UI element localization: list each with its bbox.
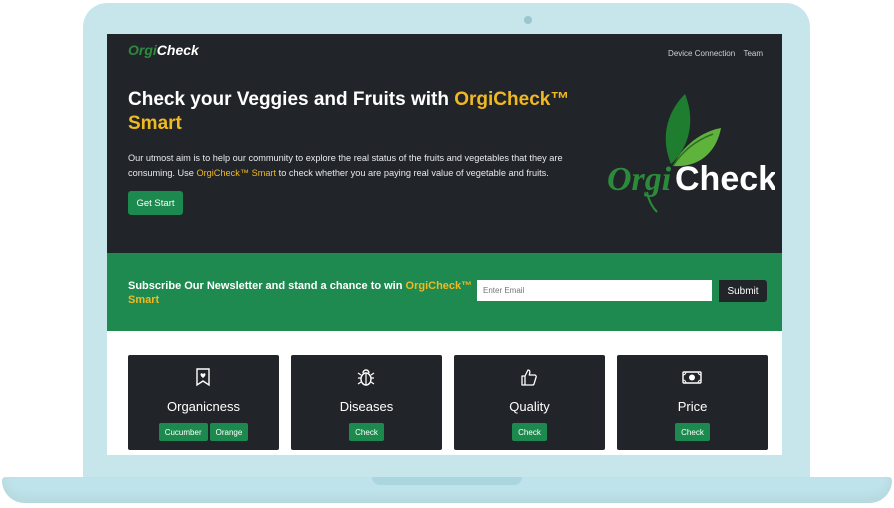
newsletter-section: Subscribe Our Newsletter and stand a cha… bbox=[107, 253, 782, 331]
submit-button[interactable]: Submit bbox=[719, 280, 767, 302]
logo-check-text: Check bbox=[675, 160, 775, 198]
cash-icon bbox=[682, 371, 702, 384]
orange-button[interactable]: Orange bbox=[209, 423, 249, 441]
hero-headline: Check your Veggies and Fruits with OrgiC… bbox=[128, 89, 570, 134]
brand-logo[interactable]: OrgiCheck bbox=[128, 42, 199, 58]
cucumber-button[interactable]: Cucumber bbox=[158, 423, 208, 441]
bug-icon bbox=[357, 369, 375, 386]
logo-orgi-text: Orgi bbox=[607, 161, 672, 198]
nav-item-team[interactable]: Team bbox=[743, 49, 763, 58]
feature-title: Diseases bbox=[339, 399, 394, 414]
thumbs-up-icon bbox=[521, 369, 537, 386]
feature-card-quality: Quality Check bbox=[454, 355, 605, 450]
features-section: Organicness Cucumber Orange Diseases Che… bbox=[107, 331, 782, 455]
feature-card-diseases: Diseases Check bbox=[291, 355, 442, 450]
orgicheck-logo: Orgi Check bbox=[607, 94, 775, 213]
laptop-base bbox=[2, 477, 892, 503]
get-start-button[interactable]: Get Start bbox=[128, 191, 183, 215]
hero-description: Our utmost aim is to help our community … bbox=[128, 153, 563, 178]
email-input[interactable] bbox=[477, 280, 712, 301]
newsletter-text: Subscribe Our Newsletter and stand a cha… bbox=[128, 280, 473, 306]
screen: OrgiCheck Device Connection Team Check y… bbox=[107, 34, 782, 455]
feature-title: Price bbox=[677, 399, 708, 414]
check-quality-button[interactable]: Check bbox=[512, 423, 547, 441]
top-nav: Device Connection Team bbox=[662, 49, 763, 58]
check-diseases-button[interactable]: Check bbox=[349, 423, 384, 441]
bookmark-heart-icon bbox=[196, 368, 210, 387]
feature-card-organicness: Organicness Cucumber Orange bbox=[128, 355, 279, 450]
check-price-button[interactable]: Check bbox=[675, 423, 710, 441]
feature-title: Quality bbox=[509, 399, 550, 414]
feature-title: Organicness bbox=[167, 399, 240, 414]
hero-section: OrgiCheck Device Connection Team Check y… bbox=[107, 34, 782, 253]
feature-card-price: Price Check bbox=[617, 355, 768, 450]
camera-icon bbox=[524, 16, 532, 24]
nav-item-device-connection[interactable]: Device Connection bbox=[668, 49, 735, 58]
